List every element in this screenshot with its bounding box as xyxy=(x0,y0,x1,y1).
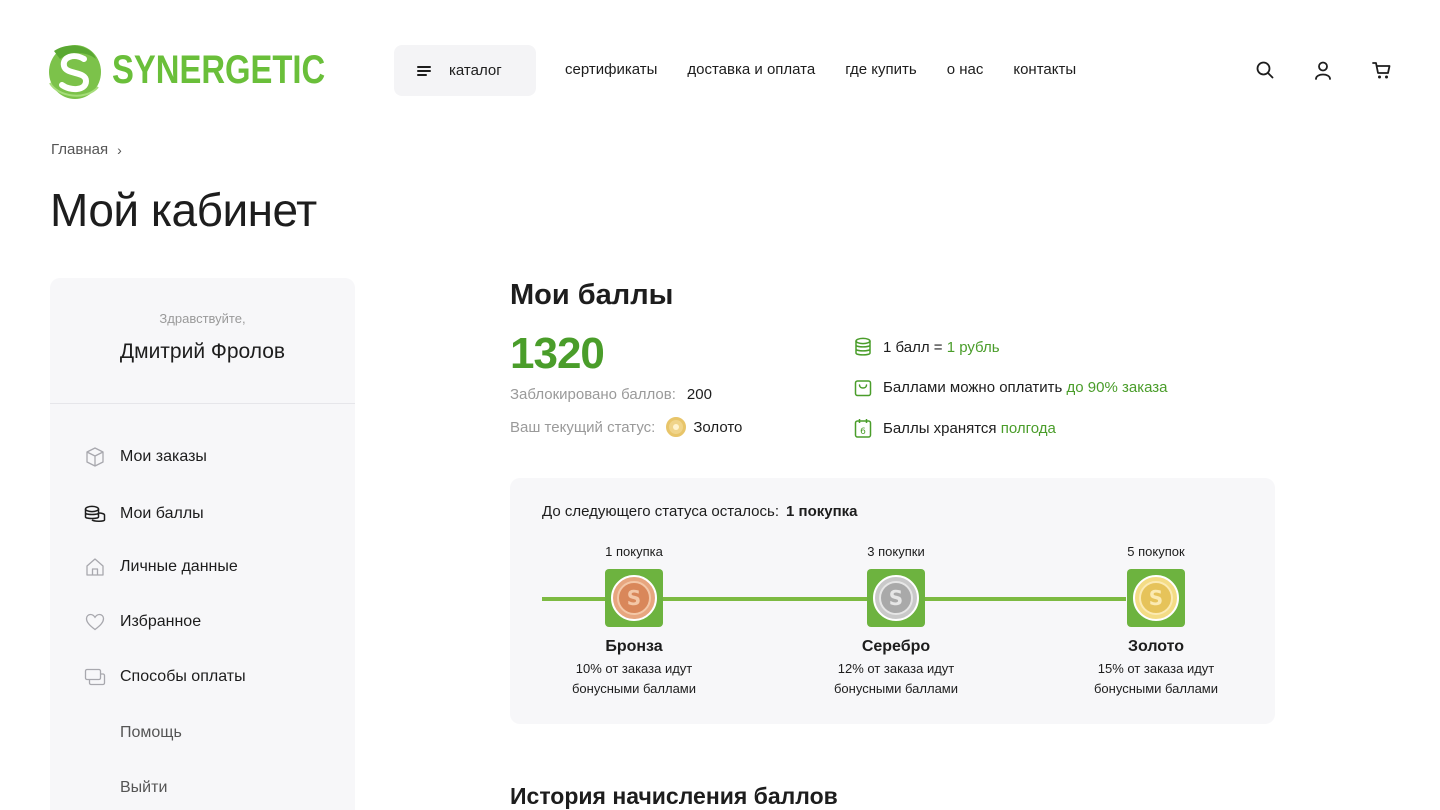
sidebar-item-label: Личные данные xyxy=(120,558,238,575)
cards-icon xyxy=(84,666,106,688)
nav-link-delivery[interactable]: доставка и оплата xyxy=(687,60,815,80)
breadcrumb: Главная › xyxy=(51,141,122,158)
fact-expiry: 6 Баллы хранятся полгода xyxy=(854,417,1056,439)
fact-text: Баллами можно оплатить xyxy=(883,378,1067,396)
sidebar-item-label: Избранное xyxy=(120,613,202,630)
gold-medal-icon: S xyxy=(1127,569,1185,627)
fact-text: 1 балл = xyxy=(883,338,947,356)
blocked-points-label: Заблокировано баллов: xyxy=(510,386,676,403)
catalog-button[interactable]: каталог xyxy=(394,45,536,96)
cart-icon[interactable] xyxy=(1371,60,1391,80)
current-status-row: Ваш текущий статус: Золото xyxy=(510,417,742,437)
svg-text:6: 6 xyxy=(860,427,866,437)
header-actions xyxy=(1255,60,1429,80)
nav-link-certificates[interactable]: сертификаты xyxy=(565,60,657,80)
sidebar-item-logout[interactable]: Выйти xyxy=(50,778,167,798)
level-name: Серебро xyxy=(861,638,931,655)
level-desc-line: бонусными баллами xyxy=(1093,681,1219,696)
home-icon xyxy=(84,556,106,578)
bag-icon xyxy=(854,377,872,397)
level-desc-line: 15% от заказа идут xyxy=(1097,661,1215,676)
current-status-value: Золото xyxy=(693,418,743,436)
svg-text:S: S xyxy=(889,586,903,610)
nav-link-where-to-buy[interactable]: где купить xyxy=(845,60,916,80)
coins-icon xyxy=(854,337,872,357)
status-level-gold: 5 покупок S Золото 15% от заказа идут бо… xyxy=(1066,544,1246,699)
greeting-box: Здравствуйте, Дмитрий Фролов xyxy=(50,278,355,404)
level-description: 12% от заказа идут бонусными баллами xyxy=(806,659,986,699)
status-level-bronze: 1 покупка S Бронза 10% от заказа идут бо… xyxy=(544,544,724,699)
next-status-remaining: 1 покупка xyxy=(786,503,858,520)
heart-icon xyxy=(84,611,106,633)
nav-link-about[interactable]: о нас xyxy=(947,60,984,80)
level-name: Золото xyxy=(1127,638,1185,655)
fact-rate: 1 балл = 1 рубль xyxy=(854,336,1000,358)
site-header: SYNERGETIC каталог сертификаты доставка … xyxy=(0,0,1440,120)
breadcrumb-home[interactable]: Главная xyxy=(51,141,108,158)
next-status-label: До следующего статуса осталось: xyxy=(542,503,779,520)
status-progress-card: До следующего статуса осталось: 1 покупка… xyxy=(510,478,1275,724)
next-status-text: До следующего статуса осталось: 1 покупка xyxy=(542,503,858,520)
sidebar-item-label: Помощь xyxy=(120,724,182,741)
status-level-silver: 3 покупки S Серебро 12% от заказа идут б… xyxy=(806,544,986,699)
page-title: Мой кабинет xyxy=(50,184,317,236)
sidebar-item-help[interactable]: Помощь xyxy=(50,723,182,743)
fact-highlight: полгода xyxy=(1000,419,1056,437)
user-name: Дмитрий Фролов xyxy=(119,340,286,363)
level-purchases: 5 покупок xyxy=(1127,544,1185,559)
blocked-points-value: 200 xyxy=(686,386,712,403)
level-desc-line: 12% от заказа идут xyxy=(837,661,955,676)
sidebar-item-label: Выйти xyxy=(120,779,168,796)
main-nav: сертификаты доставка и оплата где купить… xyxy=(565,60,1106,80)
level-desc-line: 10% от заказа идут xyxy=(575,661,693,676)
coins-icon xyxy=(84,503,106,525)
menu-icon xyxy=(417,65,431,76)
gold-status-icon xyxy=(666,417,687,437)
calendar-icon: 6 xyxy=(854,418,872,438)
level-description: 15% от заказа идут бонусными баллами xyxy=(1066,659,1246,699)
sidebar-item-points[interactable]: Мои баллы xyxy=(50,504,204,524)
blocked-points-row: Заблокировано баллов: 200 xyxy=(510,386,712,403)
fact-highlight: до 90% заказа xyxy=(1066,378,1168,396)
catalog-label: каталог xyxy=(449,62,502,79)
fact-payment-limit: Баллами можно оплатить до 90% заказа xyxy=(854,376,1168,398)
level-name: Бронза xyxy=(605,638,663,655)
level-purchases: 3 покупки xyxy=(867,544,925,559)
silver-medal-icon: S xyxy=(867,569,925,627)
breadcrumb-separator: › xyxy=(117,141,122,158)
sidebar-item-payment-methods[interactable]: Способы оплаты xyxy=(50,667,246,687)
sidebar-item-personal-data[interactable]: Личные данные xyxy=(50,557,238,577)
brand-name: SYNERGETIC xyxy=(112,48,326,92)
points-balance: 1320 xyxy=(510,329,605,378)
fact-text: Баллы хранятся xyxy=(883,419,1001,437)
sidebar-item-favorites[interactable]: Избранное xyxy=(50,612,201,632)
level-desc-line: бонусными баллами xyxy=(571,681,697,696)
points-title: Мои баллы xyxy=(510,279,674,311)
level-description: 10% от заказа идут бонусными баллами xyxy=(544,659,724,699)
brand-logo[interactable]: SYNERGETIC xyxy=(46,38,372,102)
level-purchases: 1 покупка xyxy=(605,544,663,559)
sidebar-item-label: Мои заказы xyxy=(120,448,207,465)
current-status-label: Ваш текущий статус: xyxy=(510,418,656,436)
history-title: История начисления баллов xyxy=(510,783,838,809)
nav-link-contacts[interactable]: контакты xyxy=(1013,60,1076,80)
sidebar-item-label: Способы оплаты xyxy=(120,668,246,685)
search-icon[interactable] xyxy=(1255,60,1275,80)
bronze-medal-icon: S xyxy=(605,569,663,627)
level-desc-line: бонусными баллами xyxy=(833,681,959,696)
sidebar-item-orders[interactable]: Мои заказы xyxy=(50,447,207,467)
user-icon[interactable] xyxy=(1313,60,1333,80)
account-sidebar: Здравствуйте, Дмитрий Фролов Мои заказы … xyxy=(50,278,355,810)
box-icon xyxy=(84,446,106,468)
greeting-text: Здравствуйте, xyxy=(159,311,246,326)
sidebar-item-label: Мои баллы xyxy=(120,505,204,522)
fact-highlight: 1 рубль xyxy=(946,338,1000,356)
leaf-logo-icon xyxy=(49,45,101,99)
svg-text:S: S xyxy=(1149,586,1163,610)
svg-text:S: S xyxy=(627,586,641,610)
